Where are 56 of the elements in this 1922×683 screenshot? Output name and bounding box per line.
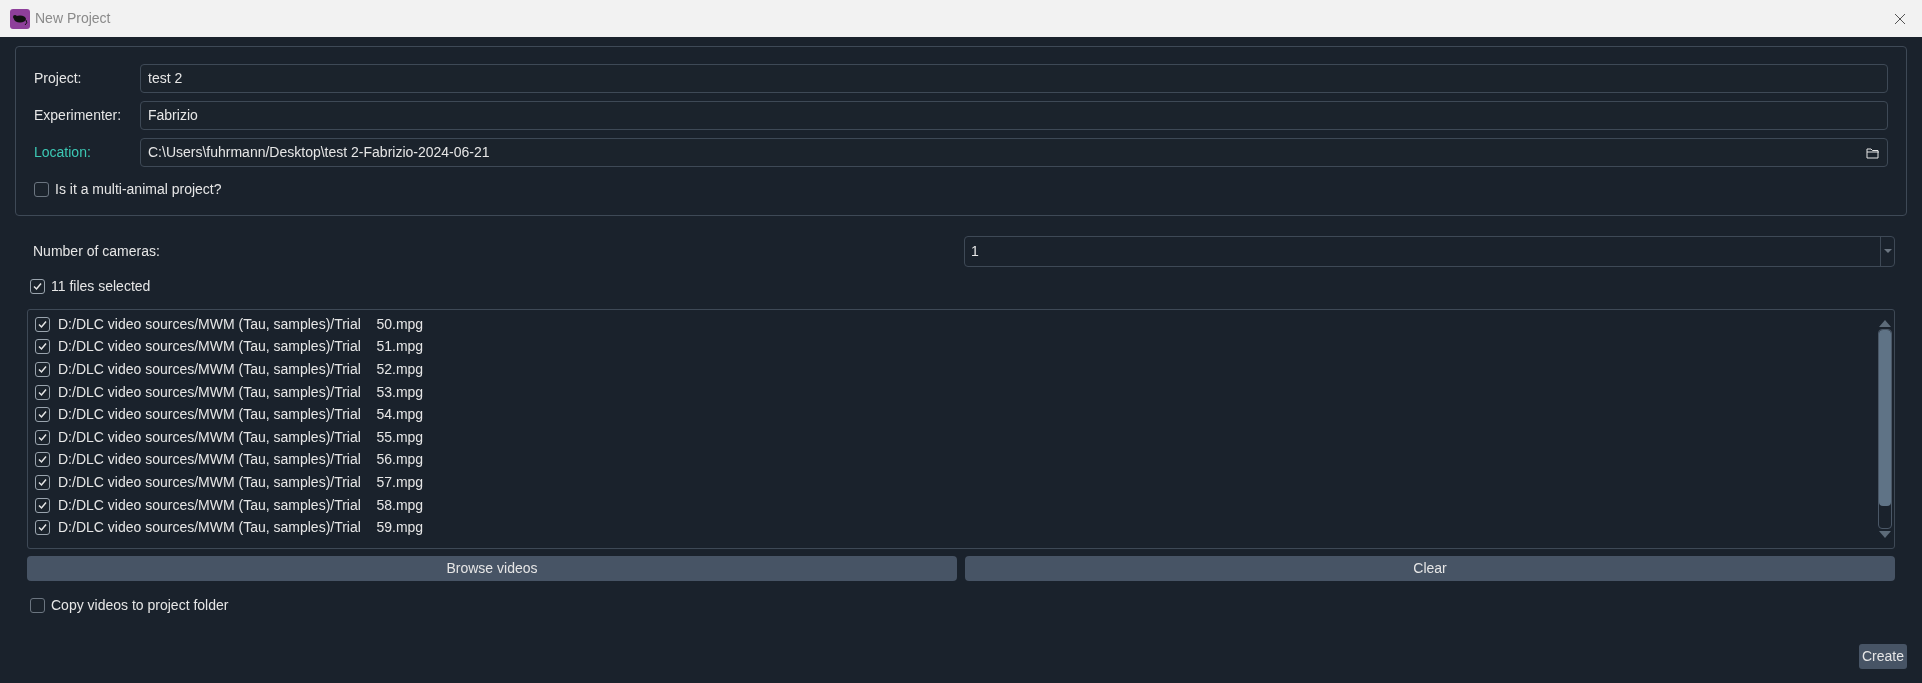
checkbox-label: Is it a multi-animal project? — [55, 180, 222, 199]
checkbox[interactable] — [35, 384, 50, 400]
file-path[interactable]: D:/DLC video sources/MWM (Tau, samples)/Trial 52.mpg — [58, 359, 424, 380]
text-field[interactable]: test 2 — [140, 64, 1888, 93]
checkbox-label: 11 files selected — [51, 277, 151, 296]
checkmark-icon — [37, 318, 48, 330]
action-button[interactable]: Browse videos — [27, 556, 957, 581]
checkbox-label: Copy videos to project folder — [51, 596, 229, 615]
checkmark-icon — [37, 341, 48, 353]
checkbox[interactable] — [35, 520, 50, 536]
text-field[interactable]: C:\Users\fuhrmann/Desktop\test 2-Fabrizio-2024-06-21 — [140, 138, 1888, 167]
field-label: Experimenter: — [34, 106, 123, 125]
create-button[interactable]: Create — [1858, 644, 1907, 669]
checkmark-icon — [37, 431, 48, 443]
field-label: Project: — [34, 69, 83, 88]
checkbox[interactable] — [35, 497, 50, 513]
window-title: New Project — [35, 9, 111, 28]
cameras-dropdown[interactable]: 1 — [964, 236, 1895, 267]
action-button[interactable]: Clear — [965, 556, 1895, 581]
checkbox[interactable] — [34, 182, 49, 197]
checkbox[interactable] — [35, 452, 50, 468]
checkbox[interactable] — [30, 279, 45, 294]
scrollbar-thumb[interactable] — [1879, 330, 1891, 507]
checkmark-icon — [37, 476, 48, 488]
checkbox[interactable] — [35, 407, 50, 423]
close-icon[interactable] — [1894, 12, 1906, 25]
file-path[interactable]: D:/DLC video sources/MWM (Tau, samples)/Trial 57.mpg — [58, 471, 424, 493]
file-path[interactable]: D:/DLC video sources/MWM (Tau, samples)/Trial 59.mpg — [58, 517, 424, 539]
folder-icon[interactable] — [1866, 146, 1880, 159]
checkbox[interactable] — [35, 429, 50, 445]
checkmark-icon — [37, 386, 48, 398]
file-path[interactable]: D:/DLC video sources/MWM (Tau, samples)/Trial 58.mpg — [58, 494, 424, 516]
checkmark-icon — [37, 499, 48, 511]
file-path[interactable]: D:/DLC video sources/MWM (Tau, samples)/Trial 50.mpg — [58, 313, 424, 335]
scroll-up-icon[interactable] — [1879, 320, 1891, 327]
cameras-label: Number of cameras: — [33, 242, 161, 261]
checkbox[interactable] — [35, 316, 50, 332]
checkbox[interactable] — [35, 362, 50, 377]
file-path[interactable]: D:/DLC video sources/MWM (Tau, samples)/Trial 55.mpg — [58, 426, 424, 448]
checkbox[interactable] — [35, 339, 50, 355]
field-label: Location: — [34, 143, 92, 162]
file-path[interactable]: D:/DLC video sources/MWM (Tau, samples)/Trial 56.mpg — [58, 449, 424, 471]
checkmark-icon — [37, 364, 48, 375]
checkbox[interactable] — [30, 598, 45, 613]
checkmark-icon — [37, 454, 48, 466]
rat-logo-icon — [10, 8, 30, 29]
file-path[interactable]: D:/DLC video sources/MWM (Tau, samples)/Trial 51.mpg — [58, 336, 424, 358]
checkbox[interactable] — [35, 474, 50, 490]
caret-icon — [1883, 249, 1892, 254]
file-path[interactable]: D:/DLC video sources/MWM (Tau, samples)/Trial 53.mpg — [58, 381, 424, 403]
checkmark-icon — [37, 522, 48, 534]
text-field[interactable]: Fabrizio — [140, 101, 1888, 130]
scroll-down-icon[interactable] — [1879, 531, 1891, 538]
file-path[interactable]: D:/DLC video sources/MWM (Tau, samples)/Trial 54.mpg — [58, 404, 424, 426]
checkmark-icon — [37, 409, 48, 421]
checkmark-icon — [32, 281, 43, 292]
